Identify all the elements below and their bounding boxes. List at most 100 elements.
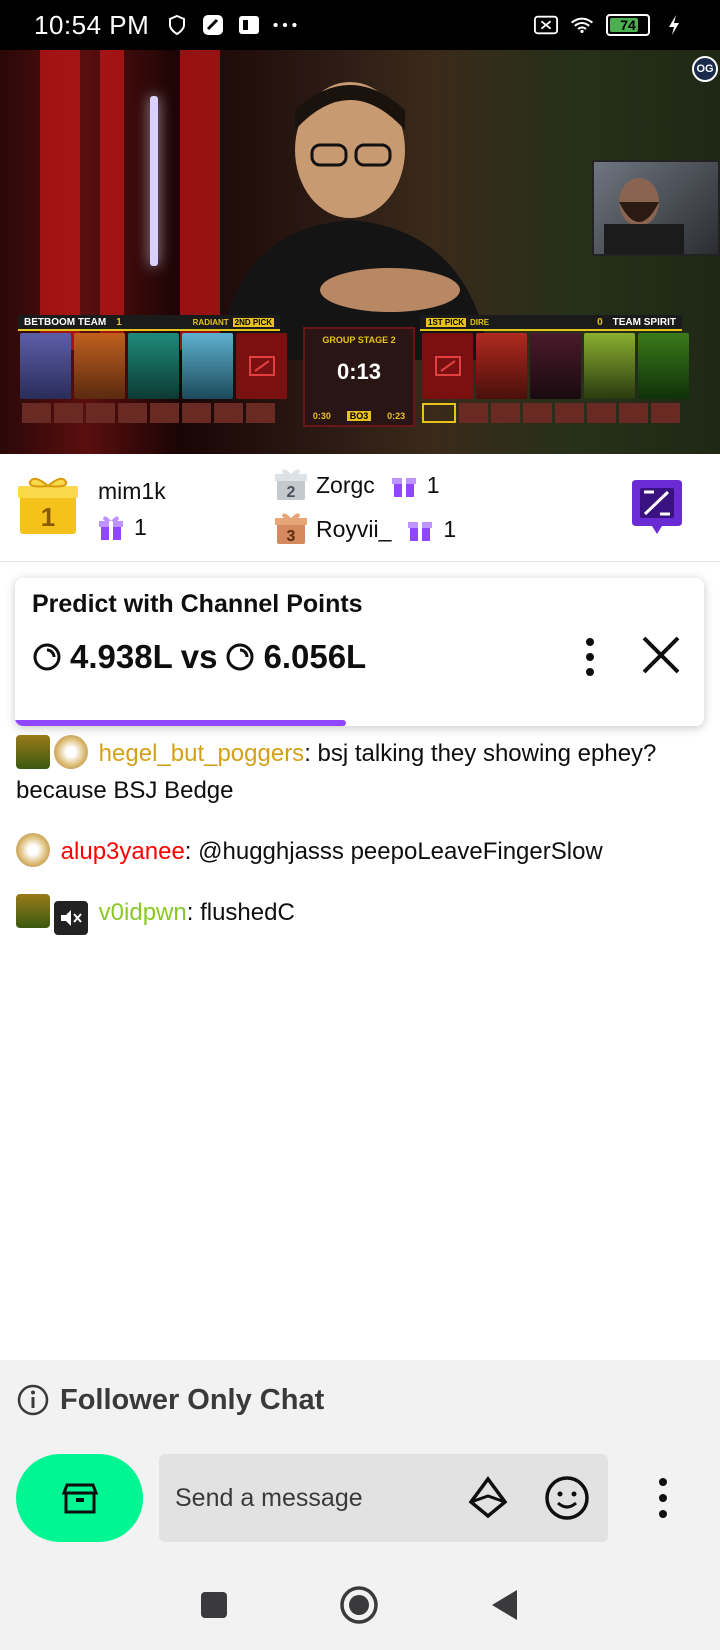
status-bar: 10:54 PM 74 bbox=[0, 0, 720, 50]
gift-rank-3-row: 3 Royvii_ 1 bbox=[274, 512, 456, 546]
chat-username[interactable]: v0idpwn bbox=[99, 899, 187, 926]
battery-icon: 74 bbox=[606, 14, 650, 36]
home-icon[interactable] bbox=[339, 1585, 379, 1625]
ban-slot bbox=[214, 403, 243, 423]
recents-icon[interactable] bbox=[199, 1590, 229, 1620]
system-nav-bar bbox=[0, 1560, 720, 1650]
background-stripe bbox=[100, 50, 124, 350]
follower-only-banner: Follower Only Chat bbox=[0, 1360, 720, 1440]
hero-badge bbox=[16, 894, 50, 928]
team-right-score: 0 bbox=[597, 316, 603, 328]
team-left-side: RADIANT bbox=[192, 317, 229, 327]
gift-rank-1-name: mim1k bbox=[98, 478, 166, 504]
team-left-score: 1 bbox=[116, 316, 122, 328]
team-left-bar: BETBOOM TEAM 1 RADIANT 2ND PICK bbox=[18, 315, 280, 331]
chat-text: : @hugghjasss peepoLeaveFingerSlow bbox=[184, 838, 603, 865]
team-right-pick: 1ST PICK bbox=[426, 317, 467, 327]
status-time: 10:54 PM bbox=[34, 9, 150, 40]
right-reserve-time: 0:23 bbox=[387, 411, 406, 421]
gallery-icon bbox=[237, 13, 261, 37]
gift-leaderboard[interactable]: 1 mim1k 1 2 Zorgc 1 3 Royvii_ 1 bbox=[0, 454, 720, 562]
gift-rank-1-count: 1 bbox=[134, 514, 147, 540]
prediction-more-icon[interactable] bbox=[580, 632, 600, 682]
hero-portrait bbox=[20, 333, 71, 399]
chat-message: hegel_but_poggers: bsj talking they show… bbox=[16, 735, 704, 809]
team-left-name: BETBOOM TEAM bbox=[24, 316, 107, 328]
draft-timer-box: GROUP STAGE 2 0:13 0:30 BO3 0:23 bbox=[303, 327, 415, 427]
gift-rank-3-name: Royvii_ bbox=[316, 515, 392, 542]
video-player[interactable]: OG BETBOOM TEAM 1 RADIANT 2ND PICK GROUP… bbox=[0, 50, 720, 454]
team-right-name: TEAM SPIRIT bbox=[612, 316, 676, 328]
dota-extension-icon[interactable] bbox=[630, 478, 684, 536]
gift-rank-3-icon: 3 bbox=[275, 513, 307, 545]
charging-icon bbox=[662, 13, 686, 37]
chat-message: v0idpwn: flushedC bbox=[16, 894, 704, 935]
bits-icon[interactable] bbox=[466, 1476, 510, 1520]
gift-rank-1-count-row: 1 bbox=[98, 514, 147, 541]
webcam-pip bbox=[592, 160, 720, 256]
ban-slot bbox=[22, 403, 51, 423]
gift-rank-2-count: 1 bbox=[426, 471, 440, 498]
hero-portrait bbox=[476, 333, 527, 399]
ban-slot bbox=[619, 403, 648, 423]
shield-icon bbox=[165, 13, 189, 37]
prediction-card[interactable]: Predict with Channel Points 4.938L vs 6.… bbox=[15, 578, 704, 726]
hero-portrait bbox=[530, 333, 581, 399]
chat-username[interactable]: alup3yanee bbox=[61, 838, 185, 865]
prediction-left-value: 4.938L bbox=[70, 638, 173, 675]
neon-light bbox=[150, 96, 158, 266]
ban-slot bbox=[491, 403, 520, 423]
gift-icon bbox=[408, 522, 433, 541]
emote-icon[interactable] bbox=[543, 1474, 591, 1522]
hero-portrait bbox=[584, 333, 635, 399]
chat-message-input[interactable] bbox=[159, 1454, 608, 1542]
prediction-progress-bar bbox=[15, 720, 346, 726]
channel-points-icon bbox=[33, 643, 61, 671]
left-reserve-time: 0:30 bbox=[312, 411, 331, 421]
hero-portrait bbox=[74, 333, 125, 399]
ban-slot bbox=[587, 403, 616, 423]
app-icon bbox=[201, 13, 225, 37]
ban-slot bbox=[86, 403, 115, 423]
gift-icon bbox=[391, 478, 416, 497]
team-right-bans bbox=[422, 403, 680, 425]
series-format: BO3 bbox=[346, 411, 372, 421]
info-icon bbox=[17, 1384, 49, 1416]
gift-rank-1-icon: 1 bbox=[18, 477, 78, 534]
gift-rank-2-icon: 2 bbox=[275, 469, 307, 501]
team-left-heroes bbox=[20, 333, 287, 399]
battery-level: 74 bbox=[620, 17, 636, 33]
chat-input-bar bbox=[0, 1440, 720, 1560]
more-options-icon[interactable] bbox=[650, 1474, 676, 1522]
ban-slot bbox=[182, 403, 211, 423]
gift-rank-1-number: 1 bbox=[41, 502, 55, 532]
back-icon[interactable] bbox=[489, 1588, 521, 1622]
gift-rank-2-row: 2 Zorgc 1 bbox=[274, 468, 440, 502]
team-left-pick: 2ND PICK bbox=[232, 317, 274, 327]
og-logo: OG bbox=[692, 56, 718, 82]
gift-rank-2-name: Zorgc bbox=[316, 471, 375, 498]
ban-slot bbox=[651, 403, 680, 423]
draft-hud: BETBOOM TEAM 1 RADIANT 2ND PICK GROUP ST… bbox=[18, 315, 702, 445]
prediction-title: Predict with Channel Points bbox=[32, 590, 363, 618]
hero-portrait bbox=[128, 333, 179, 399]
team-right-bar: 1ST PICK DIRE 0 TEAM SPIRIT bbox=[420, 315, 682, 331]
hero-slot-empty bbox=[422, 333, 473, 399]
ban-slot bbox=[118, 403, 147, 423]
chat-username[interactable]: hegel_but_poggers bbox=[99, 740, 305, 767]
store-button[interactable] bbox=[16, 1454, 143, 1542]
chat-list[interactable]: hegel_but_poggers: bsj talking they show… bbox=[0, 735, 720, 959]
mute-icon bbox=[54, 901, 88, 935]
team-left-bans bbox=[22, 403, 275, 425]
store-icon bbox=[61, 1483, 98, 1514]
ban-slot-active bbox=[422, 403, 456, 423]
prediction-right-value: 6.056L bbox=[263, 638, 367, 675]
ban-slot bbox=[555, 403, 584, 423]
ban-slot bbox=[54, 403, 83, 423]
ban-slot bbox=[246, 403, 275, 423]
ban-slot bbox=[150, 403, 179, 423]
stage-label: GROUP STAGE 2 bbox=[322, 335, 396, 345]
prediction-close-icon[interactable] bbox=[636, 630, 686, 680]
follower-only-text: Follower Only Chat bbox=[60, 1383, 325, 1416]
hero-portrait bbox=[638, 333, 689, 399]
